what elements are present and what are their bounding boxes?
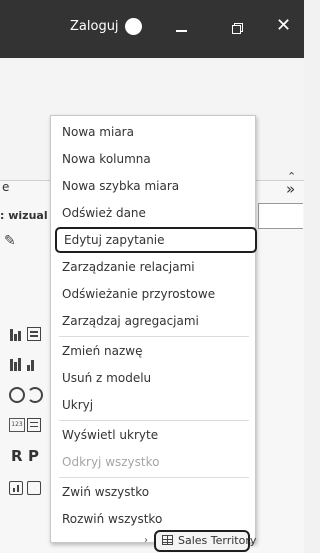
menu-item-refresh-data[interactable]: Odśwież dane (51, 200, 255, 226)
menu-separator (59, 336, 249, 337)
menu-item-incremental-refresh[interactable]: Odświeżanie przyrostowe (51, 281, 255, 307)
menu-item-new-quick-measure[interactable]: Nowa szybka miara (51, 173, 255, 199)
user-avatar-icon[interactable] (125, 18, 142, 35)
fields-search-box[interactable] (258, 203, 303, 229)
sign-in-link[interactable]: Zaloguj (70, 19, 119, 34)
stacked-bar-chart-icon[interactable] (27, 327, 41, 341)
menu-item-collapse-all[interactable]: Zwiń wszystko (51, 479, 255, 505)
menu-item-view-hidden[interactable]: Wyświetl ukryte (51, 422, 255, 448)
menu-item-unhide-all: Odkryj wszystko (62, 455, 160, 469)
menu-item-new-column[interactable]: Nowa kolumna (51, 146, 255, 172)
pie-chart-icon[interactable] (9, 387, 25, 403)
smart-narrative-icon[interactable] (27, 481, 41, 495)
card-icon[interactable]: 123 (9, 418, 25, 432)
paginated-report-icon[interactable] (9, 481, 23, 495)
python-visual-icon[interactable]: P (28, 449, 42, 464)
close-icon[interactable]: ✕ (276, 17, 291, 35)
menu-separator (59, 477, 249, 478)
menu-item-hide[interactable]: Ukryj (51, 392, 255, 418)
menu-item-manage-relationships[interactable]: Zarządzanie relacjami (51, 254, 255, 280)
pane-header-fragment: e (2, 180, 10, 194)
line-chart-icon[interactable] (27, 357, 41, 371)
title-bar: Zaloguj ✕ (0, 0, 304, 58)
expand-pane-icon[interactable]: » (286, 180, 295, 198)
menu-item-edit-query[interactable]: Edytuj zapytanie (55, 227, 257, 253)
menu-item-new-measure[interactable]: Nowa miara (51, 119, 255, 145)
menu-separator (59, 420, 249, 421)
menu-item-rename[interactable]: Zmień nazwę (51, 338, 255, 364)
donut-chart-icon[interactable] (27, 387, 43, 403)
menu-item-expand-all[interactable]: Rozwiń wszystko (51, 506, 255, 532)
r-script-visual-icon[interactable]: R (11, 449, 25, 464)
table-visual-icon[interactable] (27, 418, 41, 432)
menu-item-delete-from-model[interactable]: Usuń z modelu (51, 365, 255, 391)
column-chart-icon[interactable] (10, 327, 24, 341)
chevron-right-icon[interactable]: › (144, 535, 148, 546)
restore-icon[interactable] (232, 23, 243, 34)
ribbon-chart-icon[interactable] (10, 357, 24, 371)
context-menu: Nowa miara Nowa kolumna Nowa szybka miar… (50, 115, 257, 543)
visualizations-label: : wizual (0, 209, 48, 222)
menu-item-manage-aggregations[interactable]: Zarządzaj agregacjami (51, 308, 255, 334)
minimize-icon[interactable] (176, 30, 187, 32)
field-table-label: Sales Territory (178, 534, 257, 547)
table-icon (162, 535, 173, 545)
brush-icon[interactable]: ✎ (4, 233, 16, 249)
